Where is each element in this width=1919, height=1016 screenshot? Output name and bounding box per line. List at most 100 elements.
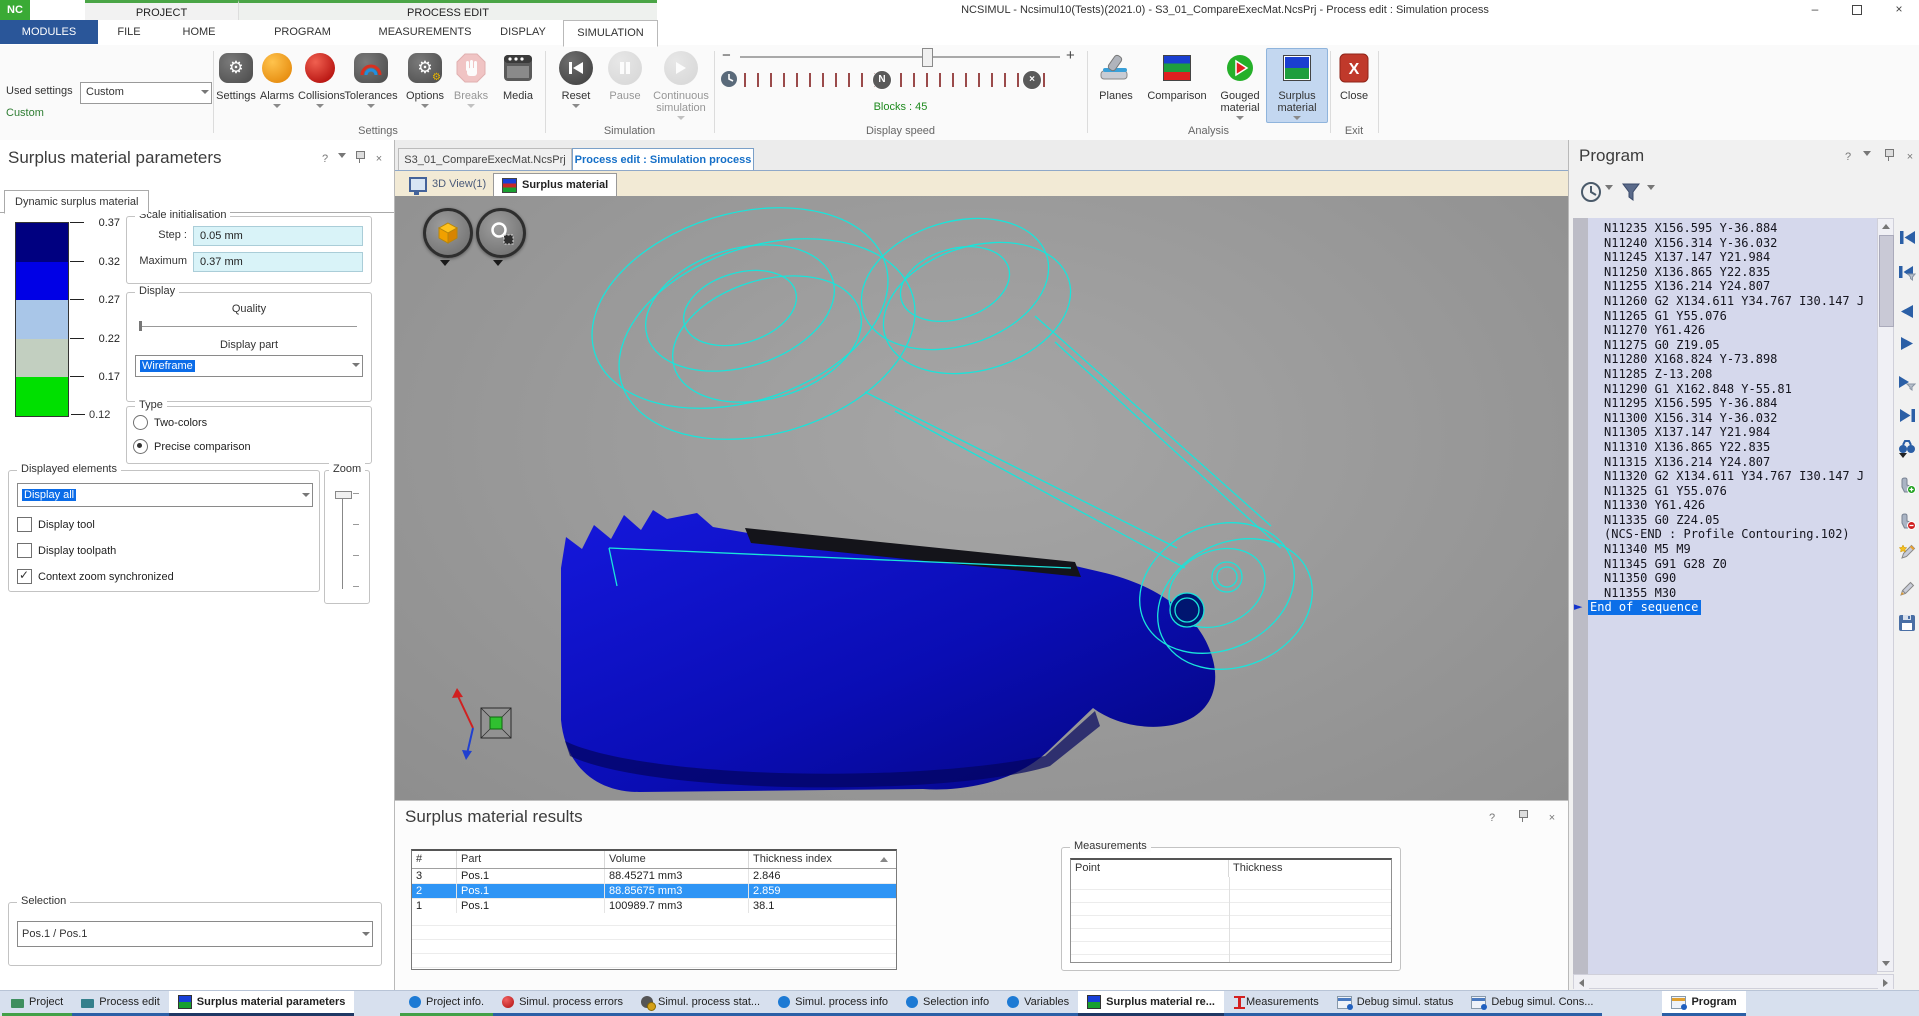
- doc-tab-project[interactable]: S3_01_CompareExecMat.NcsPrj: [398, 148, 572, 172]
- surplus-material-button[interactable]: Surplus material: [1266, 48, 1328, 123]
- go-back-filtered-button[interactable]: [1896, 262, 1918, 284]
- speed-minus[interactable]: −: [722, 47, 731, 64]
- breaks-button[interactable]: Breaks: [450, 49, 492, 108]
- display-part-dropdown[interactable]: Wireframe: [135, 355, 363, 377]
- tab-3d-view[interactable]: 3D View(1): [401, 173, 494, 195]
- program-line[interactable]: N11260 G2 X134.611 Y34.767 I30.147 J: [1573, 294, 1877, 309]
- type-radio[interactable]: Precise comparison: [133, 439, 365, 454]
- column-header[interactable]: #: [412, 851, 457, 868]
- program-line[interactable]: End of sequence: [1573, 600, 1877, 615]
- settings-button[interactable]: ⚙ Settings: [216, 49, 256, 102]
- ribbon-tab[interactable]: MODULES: [0, 20, 98, 44]
- program-line[interactable]: N11275 G0 Z19.05: [1573, 338, 1877, 353]
- ribbon-tab[interactable]: HOME: [160, 20, 238, 44]
- program-line[interactable]: N11310 X136.865 Y22.835: [1573, 440, 1877, 455]
- program-line[interactable]: N11305 X137.147 Y21.984: [1573, 425, 1877, 440]
- program-line[interactable]: N11300 X156.314 Y-36.032: [1573, 411, 1877, 426]
- program-line[interactable]: N11245 X137.147 Y21.984: [1573, 250, 1877, 265]
- minimize-button[interactable]: –: [1800, 2, 1830, 18]
- program-line[interactable]: N11270 Y61.426: [1573, 323, 1877, 338]
- program-vscrollbar[interactable]: [1877, 218, 1894, 972]
- clock-icon[interactable]: [720, 70, 738, 88]
- chevron-down-icon[interactable]: [338, 158, 346, 170]
- panel-tab[interactable]: Debug simul. status: [1328, 991, 1463, 1016]
- ribbon-tab[interactable]: PROGRAM: [238, 20, 367, 44]
- column-header[interactable]: Point: [1071, 860, 1229, 877]
- scroll-up-button[interactable]: [1878, 219, 1893, 234]
- zoom-slider-handle[interactable]: [335, 491, 352, 499]
- ribbon-tab[interactable]: SIMULATION: [563, 20, 658, 47]
- quality-slider-track[interactable]: [139, 326, 357, 327]
- measurements-header[interactable]: Point Thickness: [1071, 860, 1391, 878]
- panel-tab[interactable]: Measurements: [1224, 991, 1328, 1016]
- results-table-header[interactable]: # Part Volume Thickness index: [412, 851, 896, 869]
- speed-slider-track[interactable]: [740, 56, 1060, 58]
- column-header[interactable]: Thickness: [1229, 860, 1389, 877]
- program-line[interactable]: N11290 G1 X162.848 Y-55.81: [1573, 382, 1877, 397]
- displayed-elements-dropdown[interactable]: Display all: [17, 483, 313, 507]
- pause-button[interactable]: Pause: [602, 49, 648, 102]
- add-breakpoint-button[interactable]: [1896, 474, 1918, 496]
- help-icon[interactable]: ?: [1841, 150, 1855, 164]
- display-checkbox[interactable]: Context zoom synchronized: [17, 569, 174, 584]
- program-line[interactable]: N11240 X156.314 Y-36.032: [1573, 236, 1877, 251]
- help-icon[interactable]: ?: [1485, 811, 1499, 825]
- close-window-button[interactable]: ×: [1884, 2, 1914, 18]
- zoom-slider-track[interactable]: [342, 493, 343, 589]
- pin-icon[interactable]: [1517, 809, 1529, 823]
- column-header[interactable]: Part: [457, 851, 605, 868]
- program-line[interactable]: (NCS-END : Profile Contouring.102): [1573, 527, 1877, 542]
- remove-breakpoint-button[interactable]: [1896, 510, 1918, 532]
- continuous-simulation-button[interactable]: Continuous simulation: [650, 49, 712, 120]
- restore-button[interactable]: [1842, 2, 1872, 18]
- viewport-canvas[interactable]: [395, 196, 1568, 800]
- chevron-down-icon[interactable]: [1647, 190, 1655, 202]
- chevron-down-icon[interactable]: [493, 260, 503, 266]
- speed-tick-strip[interactable]: [744, 73, 1050, 87]
- ribbon-tab[interactable]: FILE: [98, 20, 160, 44]
- panel-tab[interactable]: Simul. process errors: [493, 991, 632, 1016]
- quality-slider-handle[interactable]: [139, 321, 142, 331]
- program-line[interactable]: N11235 X156.595 Y-36.884: [1573, 221, 1877, 236]
- close-panel-icon[interactable]: ×: [1903, 150, 1917, 164]
- zoom-tool-button[interactable]: [476, 208, 526, 258]
- column-header[interactable]: Volume: [605, 851, 749, 868]
- step-back-button[interactable]: [1896, 300, 1918, 322]
- panel-tab[interactable]: Project info.: [400, 991, 493, 1016]
- gouged-material-button[interactable]: Gouged material: [1214, 49, 1266, 120]
- program-line[interactable]: N11345 G91 G28 Z0: [1573, 557, 1877, 572]
- time-filter-icon[interactable]: [1581, 182, 1601, 202]
- program-line[interactable]: N11255 X136.214 Y24.807: [1573, 279, 1877, 294]
- program-line[interactable]: N11250 X136.865 Y22.835: [1573, 265, 1877, 280]
- close-panel-icon[interactable]: ×: [1545, 811, 1559, 825]
- play-to-filter-button[interactable]: [1896, 372, 1918, 394]
- options-button[interactable]: ⚙⚙ Options: [402, 49, 448, 108]
- display-checkbox[interactable]: Display toolpath: [17, 543, 174, 558]
- panel-tab[interactable]: Simul. process info: [769, 991, 897, 1016]
- scroll-thumb[interactable]: [1879, 235, 1894, 327]
- pin-icon[interactable]: [1883, 148, 1895, 162]
- program-line[interactable]: N11355 M30: [1573, 586, 1877, 601]
- panel-tab[interactable]: Surplus material parameters: [169, 991, 355, 1016]
- speed-plus[interactable]: +: [1066, 47, 1075, 64]
- display-checkbox[interactable]: Display tool: [17, 517, 174, 532]
- help-icon[interactable]: ?: [318, 152, 332, 166]
- selection-dropdown[interactable]: Pos.1 / Pos.1: [17, 921, 373, 947]
- panel-tab[interactable]: Selection info: [897, 991, 998, 1016]
- panel-tab[interactable]: Debug simul. Cons...: [1462, 991, 1602, 1016]
- collisions-button[interactable]: Collisions: [298, 49, 342, 108]
- panel-tab[interactable]: Variables: [998, 991, 1078, 1016]
- panel-tab[interactable]: Process edit: [72, 991, 169, 1016]
- 3d-viewport[interactable]: [395, 196, 1568, 800]
- view-orientation-button[interactable]: [423, 208, 473, 258]
- pin-icon[interactable]: [354, 150, 366, 164]
- column-header[interactable]: Thickness index: [749, 851, 894, 868]
- filter-icon[interactable]: [1621, 182, 1641, 202]
- program-line[interactable]: N11325 G1 Y55.076: [1573, 484, 1877, 499]
- ribbon-tab[interactable]: DISPLAY: [483, 20, 563, 44]
- table-row[interactable]: 2 Pos.1 88.85675 mm3 2.859: [412, 884, 896, 899]
- table-row[interactable]: 3 Pos.1 88.45271 mm3 2.846: [412, 869, 896, 884]
- speed-slider-handle[interactable]: [922, 48, 933, 67]
- chevron-down-icon[interactable]: [1899, 458, 1907, 470]
- alarms-button[interactable]: Alarms: [258, 49, 296, 108]
